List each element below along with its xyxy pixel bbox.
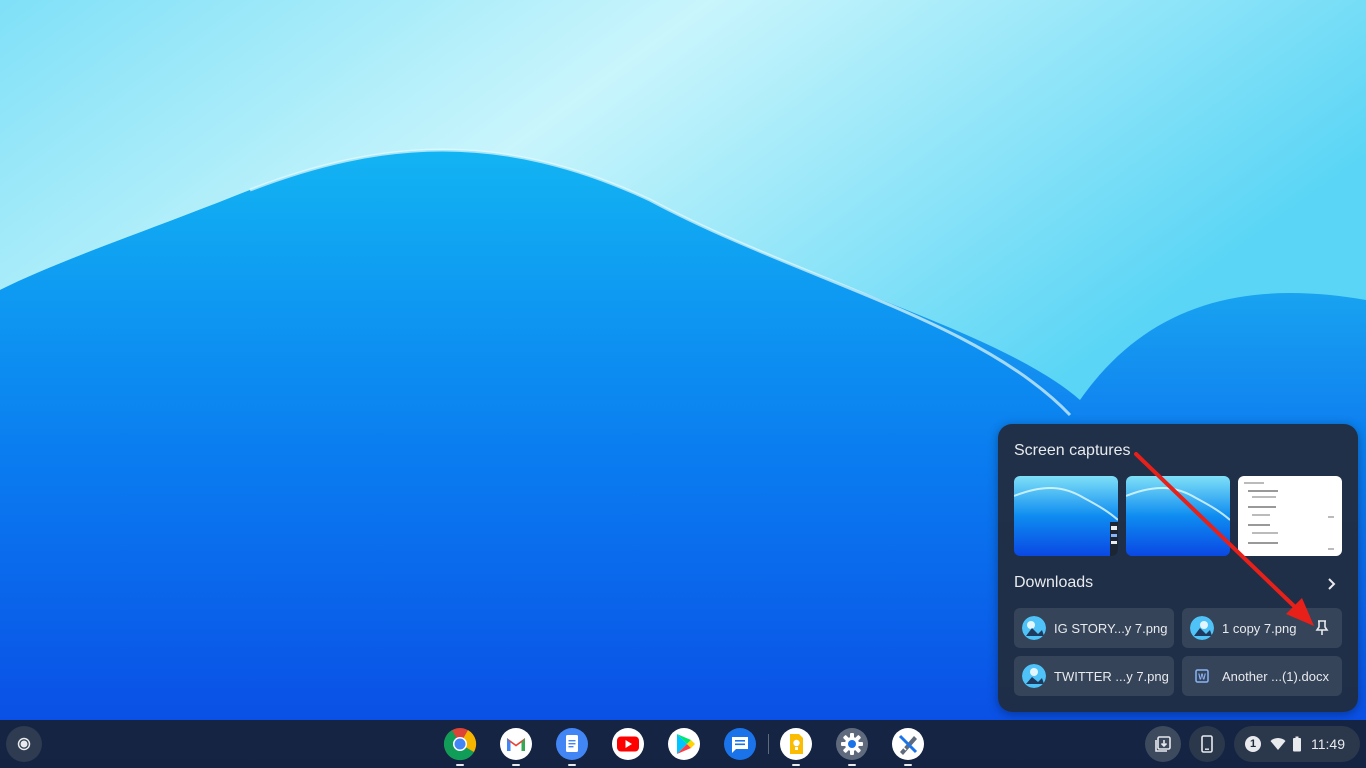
shelf-separator bbox=[768, 734, 769, 754]
download-item-label: 1 copy 7.png bbox=[1222, 620, 1297, 636]
download-item[interactable]: W Another ...(1).docx bbox=[1182, 656, 1342, 696]
messages-icon bbox=[724, 728, 756, 760]
wifi-icon bbox=[1270, 738, 1286, 750]
shelf-app-messages[interactable] bbox=[722, 726, 758, 762]
chrome-icon bbox=[443, 728, 477, 761]
shelf-app-play-store[interactable] bbox=[666, 726, 702, 762]
battery-icon bbox=[1293, 736, 1301, 752]
word-doc-icon: W bbox=[1190, 664, 1214, 688]
screen-capture-thumbnail-1[interactable] bbox=[1014, 476, 1118, 556]
shelf-app-docs[interactable] bbox=[554, 726, 590, 766]
screen-captures-title: Screen captures bbox=[1014, 442, 1131, 459]
play-store-icon bbox=[668, 728, 700, 760]
clock: 11:49 bbox=[1311, 736, 1345, 752]
app-running-indicator bbox=[568, 764, 576, 766]
shelf-app-gmail[interactable] bbox=[498, 726, 534, 766]
shelf-app-settings[interactable] bbox=[834, 726, 870, 766]
canvas-icon bbox=[892, 728, 924, 760]
notification-counter: 1 bbox=[1245, 736, 1261, 752]
image-file-icon bbox=[1022, 616, 1046, 640]
screen-capture-thumbnail-2[interactable] bbox=[1126, 476, 1230, 556]
app-running-indicator bbox=[792, 764, 800, 766]
screen-capture-thumbnail-3[interactable] bbox=[1238, 476, 1342, 556]
phone-icon bbox=[1201, 735, 1213, 753]
download-item[interactable]: 1 copy 7.png bbox=[1182, 608, 1342, 648]
pin-icon[interactable] bbox=[1312, 618, 1332, 638]
shelf-app-canvas[interactable] bbox=[890, 726, 926, 766]
app-running-indicator bbox=[904, 764, 912, 766]
holding-space-tray-button[interactable] bbox=[1145, 726, 1181, 762]
gmail-icon bbox=[500, 728, 532, 760]
launcher-button[interactable] bbox=[6, 726, 42, 762]
docs-icon bbox=[556, 728, 588, 760]
settings-icon bbox=[836, 728, 868, 760]
download-item[interactable]: IG STORY...y 7.png bbox=[1014, 608, 1174, 648]
app-running-indicator bbox=[512, 764, 520, 766]
download-item-label: Another ...(1).docx bbox=[1222, 668, 1329, 684]
image-file-icon bbox=[1022, 664, 1046, 688]
download-item[interactable]: TWITTER ...y 7.png bbox=[1014, 656, 1174, 696]
holding-space-icon bbox=[1155, 736, 1171, 752]
keep-icon bbox=[780, 728, 812, 760]
status-area[interactable]: 1 11:49 bbox=[1234, 726, 1360, 762]
downloads-title: Downloads bbox=[1014, 574, 1094, 591]
app-running-indicator bbox=[848, 764, 856, 766]
downloads-chevron-right-icon[interactable] bbox=[1322, 574, 1342, 594]
image-file-icon bbox=[1190, 616, 1214, 640]
download-item-label: IG STORY...y 7.png bbox=[1054, 620, 1168, 636]
svg-text:W: W bbox=[1198, 673, 1206, 682]
download-item-label: TWITTER ...y 7.png bbox=[1054, 668, 1169, 684]
shelf-app-chrome[interactable] bbox=[442, 726, 478, 766]
shelf-app-keep[interactable] bbox=[778, 726, 814, 766]
holding-space-bubble: Screen captures Downloads IG STORY...y 7… bbox=[998, 424, 1358, 712]
youtube-icon bbox=[612, 728, 644, 760]
app-running-indicator bbox=[456, 764, 464, 766]
phone-hub-button[interactable] bbox=[1189, 726, 1225, 762]
shelf-app-youtube[interactable] bbox=[610, 726, 646, 762]
launcher-circle-icon bbox=[17, 737, 31, 751]
